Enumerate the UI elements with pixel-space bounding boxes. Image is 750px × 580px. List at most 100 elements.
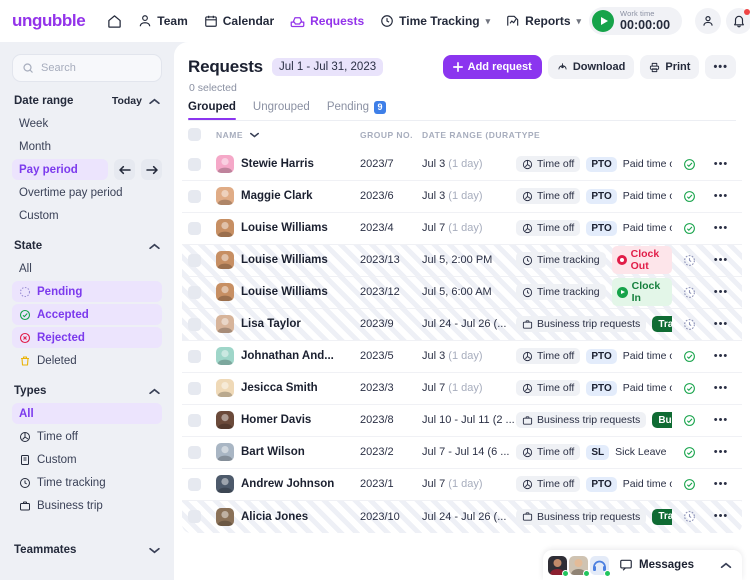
row-checkbox[interactable] bbox=[188, 157, 201, 171]
row-checkbox[interactable] bbox=[188, 189, 201, 203]
sidebar-item-types-business-trip[interactable]: Business trip bbox=[12, 495, 162, 516]
row-select-cell[interactable] bbox=[188, 317, 216, 331]
nav-item-calendar[interactable]: Calendar bbox=[196, 8, 282, 34]
row-select-cell[interactable] bbox=[188, 510, 216, 524]
prev-period-arrow-icon[interactable] bbox=[114, 159, 135, 180]
work-time-widget[interactable]: Work time 00:00:00 bbox=[589, 7, 683, 35]
search-input[interactable] bbox=[41, 62, 152, 74]
row-checkbox[interactable] bbox=[188, 349, 201, 363]
sidebar-item-pay-period[interactable]: Pay period bbox=[12, 159, 108, 180]
row-select-cell[interactable] bbox=[188, 157, 216, 171]
table-row[interactable]: Maggie Clark 2023/6 Jul 3 (1 day) Time off P… bbox=[182, 180, 742, 213]
row-select-cell[interactable] bbox=[188, 285, 216, 299]
row-select-cell[interactable] bbox=[188, 477, 216, 491]
messages-avatar-1[interactable] bbox=[548, 555, 570, 577]
nav-item-home[interactable] bbox=[99, 8, 130, 35]
nav-item-requests[interactable]: Requests bbox=[282, 8, 372, 35]
row-more-button[interactable]: ••• bbox=[706, 254, 736, 266]
nav-item-time-tracking[interactable]: Time Tracking ▾ bbox=[372, 8, 498, 34]
table-row[interactable]: Louise Williams 2023/12 Jul 5, 6:00 AM Time… bbox=[182, 276, 742, 309]
sidebar-item-types-time-tracking[interactable]: Time tracking bbox=[12, 472, 162, 493]
status-badge[interactable] bbox=[672, 254, 706, 267]
status-badge[interactable] bbox=[672, 158, 706, 171]
messages-avatar-2[interactable] bbox=[569, 555, 591, 577]
sidebar-section-teammates-header[interactable]: Teammates bbox=[12, 544, 162, 556]
row-select-cell[interactable] bbox=[188, 413, 216, 427]
next-period-arrow-icon[interactable] bbox=[141, 159, 162, 180]
row-checkbox[interactable] bbox=[188, 221, 201, 235]
sidebar-item-state-rejected[interactable]: Rejected bbox=[12, 327, 162, 348]
tab-pending[interactable]: Pending 9 bbox=[327, 101, 387, 120]
row-more-button[interactable]: ••• bbox=[706, 414, 736, 426]
sidebar-item-types-all[interactable]: All bbox=[12, 403, 162, 424]
row-more-button[interactable]: ••• bbox=[706, 511, 736, 522]
tab-grouped[interactable]: Grouped bbox=[188, 101, 236, 121]
row-select-cell[interactable] bbox=[188, 445, 216, 459]
row-more-button[interactable]: ••• bbox=[706, 382, 736, 394]
table-row[interactable]: Louise Williams 2023/4 Jul 7 (1 day) Time o… bbox=[182, 212, 742, 245]
status-badge[interactable] bbox=[672, 414, 706, 427]
app-logo[interactable]: ungubble bbox=[12, 11, 86, 31]
sidebar-item-state-accepted[interactable]: Accepted bbox=[12, 304, 162, 325]
more-actions-button[interactable]: ••• bbox=[705, 55, 736, 79]
bell-icon[interactable] bbox=[726, 8, 750, 34]
column-header-name[interactable]: NAME bbox=[216, 130, 360, 140]
sidebar-section-types-header[interactable]: Types bbox=[12, 385, 162, 397]
table-row[interactable]: Louise Williams 2023/13 Jul 5, 2:00 PM Time… bbox=[182, 244, 742, 277]
chevron-down-icon[interactable] bbox=[149, 547, 160, 554]
row-checkbox[interactable] bbox=[188, 253, 201, 267]
table-row[interactable]: Lisa Taylor 2023/9 Jul 24 - Jul 26 (... Bus… bbox=[182, 308, 742, 341]
date-range-today-label[interactable]: Today bbox=[112, 95, 142, 107]
sidebar-item-custom-range[interactable]: Custom bbox=[12, 205, 162, 226]
select-all-cell[interactable] bbox=[188, 128, 216, 142]
table-row[interactable]: Johnathan And... 2023/5 Jul 3 (1 day) Time … bbox=[182, 340, 742, 373]
sidebar-section-date-range-header[interactable]: Date range Today bbox=[12, 95, 162, 107]
sidebar-item-overtime-pay-period[interactable]: Overtime pay period bbox=[12, 182, 162, 203]
nav-item-reports[interactable]: Reports ▾ bbox=[498, 8, 589, 34]
row-checkbox[interactable] bbox=[188, 285, 201, 299]
sidebar-section-state-header[interactable]: State bbox=[12, 240, 162, 252]
chevron-up-icon[interactable] bbox=[149, 388, 160, 395]
status-badge[interactable] bbox=[672, 478, 706, 491]
column-header-type[interactable]: TYPE bbox=[516, 130, 672, 140]
row-more-button[interactable]: ••• bbox=[706, 190, 736, 202]
row-more-button[interactable]: ••• bbox=[706, 222, 736, 234]
row-more-button[interactable]: ••• bbox=[706, 318, 736, 330]
sidebar-item-state-all[interactable]: All bbox=[12, 258, 162, 279]
status-badge[interactable] bbox=[672, 222, 706, 235]
row-more-button[interactable]: ••• bbox=[706, 286, 736, 298]
messages-avatar-3[interactable] bbox=[590, 555, 612, 577]
sidebar-item-week[interactable]: Week bbox=[12, 113, 162, 134]
nav-item-team[interactable]: Team bbox=[130, 8, 195, 34]
row-more-button[interactable]: ••• bbox=[706, 478, 736, 490]
row-select-cell[interactable] bbox=[188, 221, 216, 235]
status-badge[interactable] bbox=[672, 286, 706, 299]
chevron-up-icon[interactable] bbox=[149, 98, 160, 105]
status-badge[interactable] bbox=[672, 510, 706, 523]
row-checkbox[interactable] bbox=[188, 510, 201, 524]
row-select-cell[interactable] bbox=[188, 189, 216, 203]
sidebar-item-types-custom[interactable]: Custom bbox=[12, 449, 162, 470]
table-row[interactable]: Homer Davis 2023/8 Jul 10 - Jul 11 (2 ... B… bbox=[182, 404, 742, 437]
row-more-button[interactable]: ••• bbox=[706, 446, 736, 458]
messages-label-group[interactable]: Messages bbox=[619, 558, 694, 572]
column-header-date-range[interactable]: DATE RANGE (DURAT... bbox=[422, 130, 516, 140]
status-badge[interactable] bbox=[672, 382, 706, 395]
download-button[interactable]: Download bbox=[547, 55, 635, 79]
row-checkbox[interactable] bbox=[188, 317, 201, 331]
row-checkbox[interactable] bbox=[188, 445, 201, 459]
date-range-pill[interactable]: Jul 1 - Jul 31, 2023 bbox=[271, 58, 384, 76]
sidebar-item-state-pending[interactable]: Pending bbox=[12, 281, 162, 302]
status-badge[interactable] bbox=[672, 190, 706, 203]
play-icon[interactable] bbox=[592, 10, 615, 32]
table-row[interactable]: Jesicca Smith 2023/3 Jul 7 (1 day) Time off… bbox=[182, 372, 742, 405]
row-select-cell[interactable] bbox=[188, 349, 216, 363]
chevron-up-icon[interactable] bbox=[720, 562, 732, 569]
table-row[interactable]: Stewie Harris 2023/7 Jul 3 (1 day) Time off… bbox=[182, 148, 742, 181]
row-more-button[interactable]: ••• bbox=[706, 158, 736, 170]
table-row[interactable]: Alicia Jones 2023/10 Jul 24 - Jul 26 (... B… bbox=[182, 500, 742, 533]
table-row[interactable]: Bart Wilson 2023/2 Jul 7 - Jul 14 (6 ... Ti… bbox=[182, 436, 742, 469]
status-badge[interactable] bbox=[672, 350, 706, 363]
user-circle-icon[interactable] bbox=[695, 8, 722, 34]
tab-ungrouped[interactable]: Ungrouped bbox=[253, 101, 310, 119]
